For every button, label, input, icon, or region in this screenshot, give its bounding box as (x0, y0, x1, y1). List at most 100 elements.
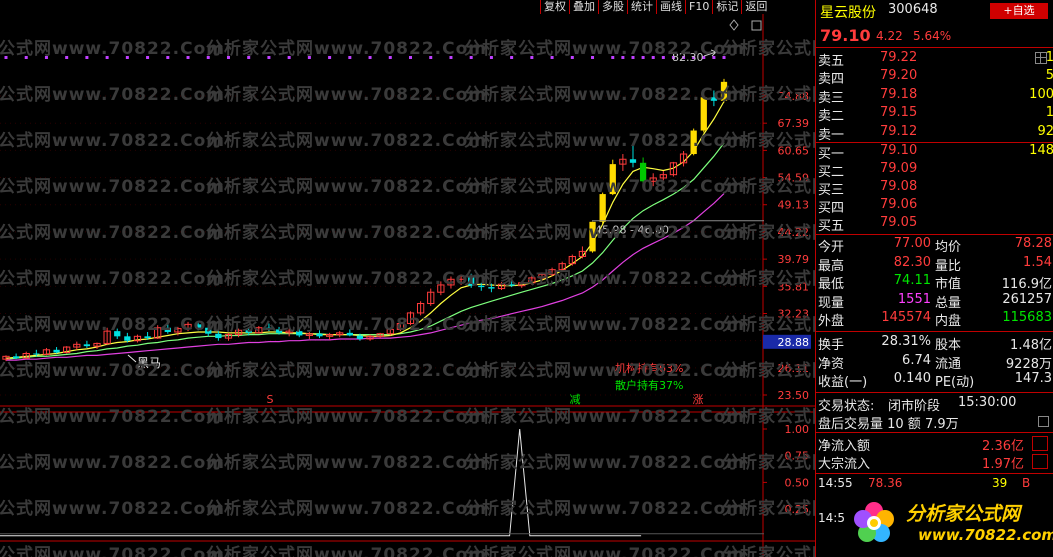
kline-chart-area[interactable]: 74.88 67.39 60.65 54.59 49.13 44.22 39.79 35.81… (0, 0, 815, 557)
signal-dot (146, 56, 150, 59)
signal-dot (105, 56, 109, 59)
chart-toggle-icon[interactable] (1032, 436, 1048, 451)
ask-row: 卖一 79.12 92 (816, 123, 1053, 143)
stat-value: 77.00 (893, 236, 931, 251)
signal-label: S (267, 393, 274, 406)
candle-body (83, 344, 91, 347)
black-horse-label: 黑马 (137, 356, 161, 370)
toolbar-button-6[interactable]: 标记 (712, 0, 742, 14)
tick-price: 78.36 (868, 476, 903, 490)
signal-dot (722, 56, 726, 59)
stat2-row: 净资 6.74 流通 9228万 (816, 353, 1053, 372)
y-axis-label: 23.50 (778, 389, 810, 402)
toolbar-button-4[interactable]: 画线 (656, 0, 685, 14)
holding-legend-label: 机构持有63% (615, 361, 683, 375)
candle-body (720, 81, 728, 101)
toolbar-button-5[interactable]: F10 (685, 0, 713, 14)
toolbar-button-3[interactable]: 统计 (627, 0, 656, 14)
ask-volume: 5 (1045, 68, 1053, 84)
net-inflow-label: 净流入额 (818, 439, 871, 454)
ask-row: 卖五 79.22 1 (816, 50, 1053, 69)
ask-row: 卖三 79.18 100 (816, 87, 1053, 106)
bid-label: 买三 (818, 183, 845, 198)
signal-dot (24, 56, 28, 59)
bid-price: 79.09 (880, 161, 918, 176)
signal-dot (328, 56, 332, 59)
bid-price: 79.05 (880, 215, 918, 230)
block-inflow-row: 大宗流入 1.97亿 (816, 453, 1053, 472)
signal-dot (621, 56, 625, 59)
bid-row: 买四 79.06 (816, 197, 1053, 216)
signal-dot (267, 56, 271, 59)
candle-body (215, 333, 222, 339)
signal-label: 涨 (693, 393, 704, 406)
signal-dot (641, 56, 645, 59)
signal-dot (469, 56, 473, 59)
stat-label: 总量 (935, 295, 962, 311)
ask-price: 79.12 (880, 123, 918, 139)
stat-row: 最高 82.30 量比 1.54 (816, 254, 1053, 274)
bid-row: 买一 79.10 148 (816, 143, 1053, 162)
stat-value: 78.28 (1014, 236, 1052, 251)
stat-label: 内盘 (935, 314, 962, 330)
toolbar-button-0[interactable]: 复权 (540, 0, 569, 14)
signal-dot (570, 56, 574, 59)
stat-value: 116.9亿 (1001, 277, 1052, 293)
tick-time-2: 14:5 (818, 511, 845, 525)
signal-dot (712, 56, 716, 59)
bid-row: 买三 79.08 (816, 179, 1053, 198)
ask-volume: 1 (1045, 105, 1053, 121)
ask-price: 79.20 (880, 68, 918, 84)
candle-body (33, 353, 40, 355)
ask-label: 卖五 (818, 54, 845, 69)
signal-dot (530, 56, 534, 59)
diamond-icon (729, 19, 739, 31)
bid-volume: 148 (1029, 143, 1053, 158)
ask-price: 79.22 (880, 50, 918, 65)
after-hours-row: 盘后交易量 10 额 7.9万 (816, 413, 1053, 432)
signal-dot (226, 56, 230, 59)
signal-dot (4, 56, 8, 59)
trade-status-row: 交易状态: 闭市阶段 15:30:00 (816, 395, 1053, 414)
signal-dot (206, 56, 210, 59)
stat-label: 最低 (818, 277, 845, 293)
signal-dot (409, 56, 413, 59)
stat-value: 9228万 (1005, 356, 1052, 372)
toolbar-button-2[interactable]: 多股 (598, 0, 627, 14)
stat-value: 261257 (1002, 291, 1052, 307)
stat-label: 收益(一) (818, 375, 868, 391)
indicator-axis-label: 0.50 (785, 476, 810, 489)
indicator-axis-label: 0.25 (785, 503, 810, 516)
candle-body (53, 349, 60, 353)
stock-header: 星云股份 300648 +自选 (816, 2, 1053, 21)
stat-value: 82.30 (893, 254, 931, 270)
toolbar-button-7[interactable]: 返回 (741, 0, 771, 14)
chart-toggle-icon-2[interactable] (1032, 454, 1048, 469)
stat-row: 外盘 145574 内盘 115683 (816, 310, 1053, 330)
stat-label: 流通 (935, 356, 962, 372)
stat-label: 净资 (818, 356, 845, 372)
kline-chart-svg[interactable]: 74.88 67.39 60.65 54.59 49.13 44.22 39.79 35.81… (0, 0, 815, 557)
stat-value: 1.54 (1023, 254, 1052, 270)
trade-status-label: 交易状态: (818, 399, 875, 414)
candle-body (690, 130, 697, 155)
expand-icon[interactable] (1038, 416, 1049, 427)
signal-dot (166, 56, 170, 59)
signal-dot (489, 56, 493, 59)
max-price-arrow (703, 49, 717, 57)
stock-code: 300648 (888, 2, 938, 17)
ask-label: 卖四 (818, 72, 845, 88)
net-inflow-value: 2.36亿 (982, 439, 1024, 454)
toolbar-button-1[interactable]: 叠加 (569, 0, 598, 14)
bid-row: 买五 79.05 (816, 215, 1053, 234)
stat-label: 最高 (818, 258, 845, 274)
ask-row: 卖二 79.15 1 (816, 105, 1053, 124)
stat-row: 今开 77.00 均价 78.28 (816, 236, 1053, 255)
block-inflow-label: 大宗流入 (818, 457, 871, 472)
candle-body (468, 276, 475, 286)
signal-dot (510, 56, 514, 59)
stat-label: 现量 (818, 295, 845, 311)
add-to-watchlist-button[interactable]: +自选 (990, 3, 1048, 19)
stat-label: 量比 (935, 258, 962, 274)
signal-dot (287, 56, 291, 59)
